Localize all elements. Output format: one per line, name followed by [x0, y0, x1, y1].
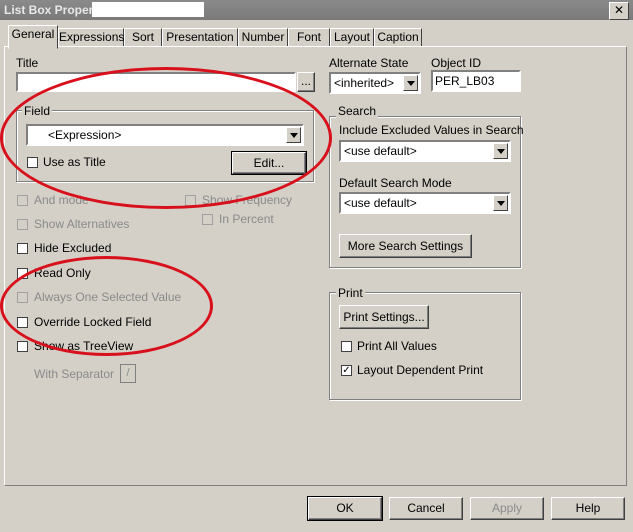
in-percent-checkbox[interactable] [202, 214, 213, 225]
show-alternatives-label: Show Alternatives [34, 217, 130, 231]
tab-label: Sort [131, 30, 154, 44]
title-bar: List Box Propert ✕ [0, 0, 633, 20]
chevron-down-icon[interactable] [493, 143, 508, 159]
title-button-label: ... [300, 74, 311, 88]
show-as-treeview-checkbox[interactable] [17, 341, 28, 352]
chevron-down-icon[interactable] [403, 75, 418, 91]
and-mode-checkbox[interactable] [17, 195, 28, 206]
object-id-value: PER_LB03 [435, 74, 495, 88]
separator-value: / [126, 367, 130, 379]
default-search-mode-label: Default Search Mode [339, 176, 452, 190]
ok-button[interactable]: OK [307, 496, 383, 521]
print-all-values-checkbox[interactable] [341, 341, 352, 352]
tab-caption[interactable]: Caption [374, 28, 422, 47]
close-button[interactable]: ✕ [609, 2, 629, 20]
tab-label: Expressions [59, 30, 125, 44]
default-search-mode-value: <use default> [344, 196, 417, 210]
print-settings-label: Print Settings... [343, 310, 425, 324]
apply-label: Apply [491, 501, 523, 515]
tab-label: Font [296, 30, 321, 44]
tab-label: Layout [333, 30, 371, 44]
more-search-settings-button[interactable]: More Search Settings [339, 234, 472, 258]
tab-label: Number [241, 30, 285, 44]
alternate-state-value: <inherited> [334, 76, 395, 90]
show-alternatives-checkbox[interactable] [17, 219, 28, 230]
more-search-settings-label: More Search Settings [347, 239, 464, 253]
default-search-mode-select[interactable]: <use default> [339, 192, 511, 214]
tab-layout[interactable]: Layout [330, 28, 374, 47]
checkmark-icon: ✓ [342, 365, 351, 376]
annotation-oval [0, 67, 332, 209]
cancel-button[interactable]: Cancel [389, 497, 463, 520]
tab-font[interactable]: Font [288, 28, 330, 47]
close-icon: ✕ [613, 3, 625, 17]
apply-button[interactable]: Apply [470, 497, 544, 520]
hide-excluded-checkbox[interactable] [17, 243, 28, 254]
tab-general[interactable]: General [8, 25, 58, 49]
tab-expressions[interactable]: Expressions [58, 28, 124, 47]
with-separator-label: With Separator [34, 367, 115, 381]
cancel-label: Cancel [407, 501, 445, 515]
tab-label: Caption [377, 30, 419, 44]
window-title: List Box Propert [4, 3, 98, 17]
title-expression-button[interactable]: ... [297, 72, 315, 92]
print-all-values-label: Print All Values [357, 339, 437, 353]
ok-label: OK [336, 501, 354, 515]
tab-label: General [11, 27, 55, 41]
print-group-label: Print [336, 286, 365, 300]
separator-input[interactable]: / [120, 364, 136, 383]
hide-excluded-label: Hide Excluded [34, 241, 112, 255]
print-settings-button[interactable]: Print Settings... [339, 305, 429, 329]
layout-dependent-label: Layout Dependent Print [357, 363, 484, 377]
object-id-label: Object ID [431, 56, 482, 70]
title-label: Title [16, 56, 39, 70]
in-percent-label: In Percent [219, 212, 274, 226]
tab-label: Presentation [166, 30, 234, 44]
help-button[interactable]: Help [551, 497, 625, 520]
alternate-state-select[interactable]: <inherited> [329, 72, 421, 94]
alternate-state-label: Alternate State [329, 56, 409, 70]
help-label: Help [575, 501, 601, 515]
tab-sort[interactable]: Sort [124, 28, 162, 47]
object-id-input[interactable]: PER_LB03 [431, 70, 521, 92]
tab-presentation[interactable]: Presentation [162, 28, 238, 47]
redacted-title-area [92, 2, 204, 17]
chevron-down-icon[interactable] [493, 195, 508, 211]
annotation-oval [0, 256, 213, 356]
include-excluded-label: Include Excluded Values in Search [339, 123, 524, 137]
tab-number[interactable]: Number [238, 28, 288, 47]
search-group-label: Search [336, 104, 379, 118]
include-excluded-value: <use default> [344, 144, 417, 158]
include-excluded-select[interactable]: <use default> [339, 140, 511, 162]
layout-dependent-checkbox[interactable]: ✓ [341, 365, 352, 376]
